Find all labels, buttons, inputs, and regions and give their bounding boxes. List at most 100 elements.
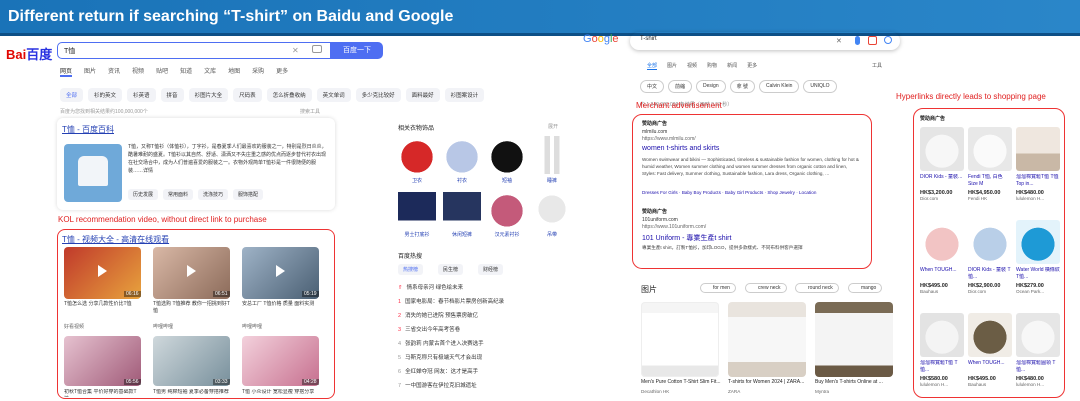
ad-sitelinks[interactable]: Dresses For Girls · Baby Boy Products · … (642, 190, 816, 195)
chip[interactable]: 怎么折叠收纳 (266, 88, 312, 102)
image-result[interactable] (728, 302, 806, 377)
baidu-search-input[interactable]: T恤 (57, 42, 331, 59)
hot-tab[interactable]: 财经榜 (478, 264, 504, 275)
related-label[interactable]: 睡裤 (532, 177, 572, 184)
tshirt-thumbnail[interactable] (64, 144, 122, 202)
related-label[interactable]: 衬衣 (442, 177, 482, 184)
chip[interactable]: 中文 (640, 80, 665, 93)
chip[interactable]: 拼音 (160, 88, 184, 102)
chip[interactable]: 衫图片大全 (188, 88, 229, 102)
baike-pill[interactable]: 服饰搭配 (233, 189, 264, 200)
hot-item[interactable]: 2 消失的她已进院 预售票房破亿 (398, 311, 478, 319)
video-caption[interactable]: 安总工厂 T恤价格 质量 面料实测 (242, 301, 319, 308)
related-label[interactable]: 短袖 (487, 177, 527, 184)
video-caption[interactable]: T恤男 纯棉短袖 夏季必备穿搭推荐 (153, 389, 230, 397)
tab-news[interactable]: 新闻 (727, 62, 737, 70)
baidu-logo[interactable]: Bai百度 (6, 44, 52, 63)
image-caption[interactable]: Buy Men's T-shirts Online at ... (815, 379, 895, 385)
baike-title-link[interactable]: T恤 - 百度百科 (62, 124, 114, 135)
hot-item[interactable]: 1 国家电影局：春节档影片票房创新高纪录 (398, 297, 504, 305)
tab-images[interactable]: 图片 (84, 66, 96, 77)
shop-item[interactable]: When TOUGH... HK$495.00 Bauhaus (920, 220, 964, 294)
baike-pill[interactable]: 常用面料 (163, 189, 194, 200)
related-label[interactable]: 男士打底衫 (397, 231, 437, 238)
shop-item[interactable]: 溜溜棉寬鬆T恤 T恤 Top in... HK$480.00 lululemon… (1016, 127, 1060, 201)
chip[interactable]: Design (696, 80, 726, 93)
hot-tab[interactable]: 热搜榜 (398, 264, 424, 275)
baidu-search-button[interactable]: 百度一下 (331, 42, 383, 59)
video-caption[interactable]: 初秋T恤合集 平价好穿的基础款T恤 (64, 389, 141, 397)
shop-item[interactable]: DIOR Kids - 童裝 T恤... HK$2,900.00 Dior.co… (968, 220, 1012, 294)
related-expand[interactable]: 展开 (548, 123, 558, 130)
chip[interactable]: 衫英语 (127, 88, 156, 102)
tab-video[interactable]: 视频 (132, 66, 144, 77)
baike-pill[interactable]: 洗涤技巧 (198, 189, 229, 200)
image-caption[interactable]: Men's Pure Cotton T-Shirt Slim Fit... (641, 379, 721, 385)
tab-more[interactable]: 更多 (276, 66, 288, 77)
shop-item[interactable]: Water World 橫條紋T恤... HK$279.00 Ocean Par… (1016, 220, 1060, 294)
google-logo[interactable]: Google (583, 33, 619, 45)
tab-web[interactable]: 网页 (60, 66, 73, 77)
chip[interactable]: UNIQLO (803, 80, 837, 93)
related-image-shorts[interactable] (443, 190, 481, 228)
chip[interactable]: 面料最好 (405, 88, 440, 102)
related-image-hanfu-shirt[interactable] (488, 190, 526, 228)
image-chip[interactable]: crew neck (745, 283, 787, 293)
related-label[interactable]: 卫衣 (397, 177, 437, 184)
tab-news[interactable]: 资讯 (108, 66, 120, 77)
mic-icon[interactable] (855, 36, 860, 45)
related-image-camisole[interactable] (533, 190, 571, 228)
video-title-link[interactable]: T恤 - 视频大全 - 高清在线观看 (62, 234, 169, 245)
chip[interactable]: 多少克比较好 (355, 88, 401, 102)
chip[interactable]: 英文单词 (316, 88, 351, 102)
tab-images[interactable]: 图片 (667, 62, 677, 70)
tab-purchase[interactable]: 采购 (252, 66, 264, 77)
hot-item[interactable]: ⇑ 情系母亲河 绿色绘未来 (398, 283, 463, 291)
related-image-pants[interactable] (533, 136, 571, 174)
clear-icon[interactable]: ✕ (836, 37, 842, 45)
related-image-tshirt[interactable] (488, 136, 526, 174)
tab-more[interactable]: 更多 (747, 62, 757, 70)
chip[interactable]: 衫图案设计 (444, 88, 485, 102)
chip[interactable]: 拿 號 (729, 80, 755, 93)
image-caption[interactable]: T-shirts for Women 2024 | ZARA... (728, 379, 808, 385)
chip[interactable]: Calvin Klein (759, 80, 800, 93)
shop-item[interactable]: When TOUGH... HK$495.00 Bauhaus (968, 313, 1012, 387)
video-caption[interactable]: T恤 小众设计 宽松显瘦 穿搭分享 (242, 389, 319, 397)
image-chip[interactable]: mango (848, 283, 883, 293)
baike-pill[interactable]: 历史发展 (128, 189, 159, 200)
related-image-undershirt[interactable] (398, 190, 436, 228)
shop-item[interactable]: 溜溜棉寬鬆T恤 T恤... HK$580.00 lululemon H... (920, 313, 964, 387)
search-tools-link[interactable]: 搜索工具 (300, 108, 320, 115)
image-chip[interactable]: for men (700, 283, 736, 293)
tab-tieba[interactable]: 贴吧 (156, 66, 168, 77)
hot-item[interactable]: 6 全红婵夺冠 网友：这才是高手 (398, 367, 478, 375)
lens-icon[interactable] (868, 36, 877, 45)
hot-tab[interactable]: 民生榜 (438, 264, 464, 275)
hot-item[interactable]: 3 三省交出今年高考答卷 (398, 325, 460, 333)
video-caption[interactable]: T恤选购 T恤推荐 教你一招挑到好T恤 (153, 301, 230, 315)
related-label[interactable]: 吊带 (532, 231, 572, 238)
related-image-hoodie[interactable] (398, 136, 436, 174)
ad-title-link[interactable]: women t-shirts and skirts (642, 145, 719, 152)
shop-item[interactable]: 溜溜棉寬鬆圓領 T恤... HK$480.00 lululemon H... (1016, 313, 1060, 387)
camera-icon[interactable] (312, 45, 322, 53)
search-icon[interactable] (884, 36, 892, 44)
tab-videos[interactable]: 视频 (687, 62, 697, 70)
shop-item[interactable]: DIOR Kids - 童裝... HK$3,200.00 Dior.com (920, 127, 964, 201)
video-caption[interactable]: T恤怎么选 分享几款性价比T恤 (64, 301, 141, 308)
hot-item[interactable]: 7 一中国游客在伊拉克旧城遗址 (398, 381, 477, 389)
ad-title-link[interactable]: 101 Uniform - 專業生產t shirt (642, 233, 731, 243)
shop-item[interactable]: Fendi T恤, 白色 Size M HK$4,950.00 Fendi HK (968, 127, 1012, 201)
tab-all[interactable]: 全部 (647, 62, 658, 70)
tab-map[interactable]: 地图 (228, 66, 240, 77)
tab-zhidao[interactable]: 知道 (180, 66, 192, 77)
related-label[interactable]: 休闲短裤 (442, 231, 482, 238)
chip[interactable]: 衫的英文 (88, 88, 123, 102)
chip[interactable]: 全部 (60, 88, 84, 102)
tab-shopping[interactable]: 购物 (707, 62, 717, 70)
chip[interactable]: 前縮 (668, 80, 693, 93)
image-result[interactable] (641, 302, 719, 377)
chip[interactable]: 尺码表 (233, 88, 262, 102)
related-image-shirt[interactable] (443, 136, 481, 174)
